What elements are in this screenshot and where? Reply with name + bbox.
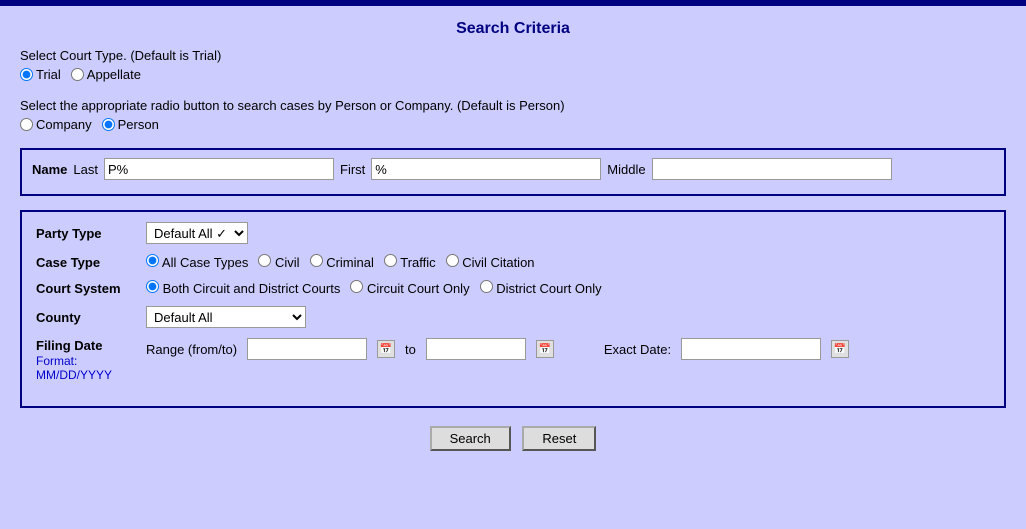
company-label: Company bbox=[36, 117, 92, 132]
first-label: First bbox=[340, 162, 365, 177]
filing-date-label-block: Filing Date Format: MM/DD/YYYY bbox=[36, 338, 146, 382]
filing-from-input[interactable] bbox=[247, 338, 367, 360]
civil-citation-label[interactable]: Civil Citation bbox=[446, 254, 535, 270]
search-button[interactable]: Search bbox=[430, 426, 511, 451]
appellate-label: Appellate bbox=[87, 67, 141, 82]
circuit-only-label[interactable]: Circuit Court Only bbox=[350, 280, 469, 296]
name-row: Name Last First Middle bbox=[32, 158, 994, 180]
company-radio[interactable] bbox=[20, 118, 33, 131]
range-label: Range (from/to) bbox=[146, 342, 237, 357]
case-type-label: Case Type bbox=[36, 255, 146, 270]
name-main-label: Name bbox=[32, 162, 67, 177]
reset-button[interactable]: Reset bbox=[522, 426, 596, 451]
filing-to-input[interactable] bbox=[426, 338, 526, 360]
trial-label: Trial bbox=[36, 67, 61, 82]
case-type-content: All Case Types Civil Criminal Traffic Ci… bbox=[146, 254, 535, 270]
district-only-text: District Court Only bbox=[496, 281, 601, 296]
calendar-exact-icon[interactable]: 📅 bbox=[831, 340, 849, 358]
civil-label[interactable]: Civil bbox=[258, 254, 299, 270]
party-type-content: Default All ✓ bbox=[146, 222, 248, 244]
circuit-only-radio[interactable] bbox=[350, 280, 363, 293]
court-system-content: Both Circuit and District Courts Circuit… bbox=[146, 280, 602, 296]
person-company-radio-group: Company Person bbox=[20, 117, 1006, 132]
all-case-types-text: All Case Types bbox=[162, 255, 248, 270]
civil-text: Civil bbox=[275, 255, 300, 270]
main-content: Select Court Type. (Default is Trial) Tr… bbox=[0, 48, 1026, 465]
traffic-radio[interactable] bbox=[384, 254, 397, 267]
criminal-radio[interactable] bbox=[310, 254, 323, 267]
person-radio[interactable] bbox=[102, 118, 115, 131]
court-type-radio-group: Trial Appellate bbox=[20, 67, 1006, 82]
trial-radio-label[interactable]: Trial bbox=[20, 67, 61, 82]
filing-date-row: Filing Date Format: MM/DD/YYYY Range (fr… bbox=[36, 338, 990, 382]
last-label: Last bbox=[73, 162, 98, 177]
person-company-label: Select the appropriate radio button to s… bbox=[20, 98, 1006, 113]
exact-date-input[interactable] bbox=[681, 338, 821, 360]
filing-date-format-label: Format: MM/DD/YYYY bbox=[36, 354, 146, 382]
county-select[interactable]: Default All bbox=[146, 306, 306, 328]
filing-date-label: Filing Date bbox=[36, 338, 146, 354]
county-row: County Default All bbox=[36, 306, 990, 328]
civil-radio[interactable] bbox=[258, 254, 271, 267]
traffic-label[interactable]: Traffic bbox=[384, 254, 436, 270]
appellate-radio-label[interactable]: Appellate bbox=[71, 67, 141, 82]
court-system-row: Court System Both Circuit and District C… bbox=[36, 280, 990, 296]
both-courts-text: Both Circuit and District Courts bbox=[163, 281, 341, 296]
middle-label: Middle bbox=[607, 162, 645, 177]
trial-radio[interactable] bbox=[20, 68, 33, 81]
person-label: Person bbox=[118, 117, 159, 132]
last-name-input[interactable] bbox=[104, 158, 334, 180]
exact-date-label: Exact Date: bbox=[604, 342, 671, 357]
district-only-label[interactable]: District Court Only bbox=[480, 280, 602, 296]
court-type-label: Select Court Type. (Default is Trial) bbox=[20, 48, 1006, 63]
both-courts-label[interactable]: Both Circuit and District Courts bbox=[146, 280, 340, 296]
page-title: Search Criteria bbox=[0, 6, 1026, 48]
calendar-to-icon[interactable]: 📅 bbox=[536, 340, 554, 358]
district-only-radio[interactable] bbox=[480, 280, 493, 293]
criteria-box: Party Type Default All ✓ Case Type All C… bbox=[20, 210, 1006, 408]
traffic-text: Traffic bbox=[400, 255, 435, 270]
all-case-types-label[interactable]: All Case Types bbox=[146, 254, 248, 270]
filing-date-content: Range (from/to) 📅 to 📅 Exact Date: 📅 bbox=[146, 338, 849, 360]
case-type-row: Case Type All Case Types Civil Criminal … bbox=[36, 254, 990, 270]
party-type-label: Party Type bbox=[36, 226, 146, 241]
to-label: to bbox=[405, 342, 416, 357]
person-radio-label[interactable]: Person bbox=[102, 117, 159, 132]
party-type-row: Party Type Default All ✓ bbox=[36, 222, 990, 244]
both-courts-radio[interactable] bbox=[146, 280, 159, 293]
button-row: Search Reset bbox=[20, 418, 1006, 455]
court-system-label: Court System bbox=[36, 281, 146, 296]
county-content: Default All bbox=[146, 306, 306, 328]
appellate-radio[interactable] bbox=[71, 68, 84, 81]
middle-name-input[interactable] bbox=[652, 158, 892, 180]
company-radio-label[interactable]: Company bbox=[20, 117, 92, 132]
name-box: Name Last First Middle bbox=[20, 148, 1006, 196]
all-case-types-radio[interactable] bbox=[146, 254, 159, 267]
civil-citation-radio[interactable] bbox=[446, 254, 459, 267]
first-name-input[interactable] bbox=[371, 158, 601, 180]
civil-citation-text: Civil Citation bbox=[462, 255, 534, 270]
circuit-only-text: Circuit Court Only bbox=[367, 281, 470, 296]
criminal-label[interactable]: Criminal bbox=[310, 254, 374, 270]
party-type-select[interactable]: Default All ✓ bbox=[146, 222, 248, 244]
calendar-from-icon[interactable]: 📅 bbox=[377, 340, 395, 358]
criminal-text: Criminal bbox=[326, 255, 374, 270]
county-label: County bbox=[36, 310, 146, 325]
